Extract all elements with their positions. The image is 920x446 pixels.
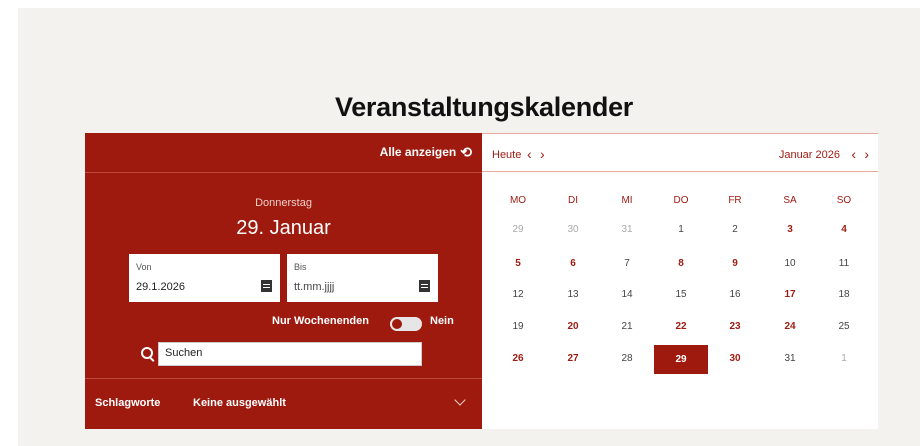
page-title: Veranstaltungskalender <box>334 92 634 122</box>
day-cell[interactable]: 8 <box>654 250 708 278</box>
day-cell[interactable]: 3 <box>763 216 817 244</box>
day-cell[interactable]: 23 <box>708 313 762 341</box>
day-cell[interactable]: 24 <box>763 313 817 341</box>
day-cell[interactable]: 16 <box>708 281 762 309</box>
day-cell[interactable]: 1 <box>654 216 708 244</box>
day-cell[interactable]: 1 <box>817 345 871 373</box>
day-cell[interactable]: 14 <box>600 281 654 309</box>
day-cell[interactable]: 10 <box>763 250 817 278</box>
calendar-icon[interactable] <box>261 280 272 292</box>
calendar-icon[interactable] <box>419 280 430 292</box>
day-cell[interactable]: 25 <box>817 313 871 341</box>
divider <box>85 378 482 379</box>
day-cell[interactable]: 21 <box>600 313 654 341</box>
weekday-header: DI <box>568 195 578 206</box>
calendar-header: Heute ‹ › Januar 2026 ‹ › <box>482 133 878 172</box>
to-label: Bis <box>294 262 307 272</box>
day-cell[interactable]: 18 <box>817 281 871 309</box>
selected-date: 29. Januar <box>236 217 331 239</box>
day-cell[interactable]: 5 <box>491 250 545 278</box>
to-date-field[interactable]: Bis <box>287 254 438 302</box>
day-cell-selected[interactable]: 29 <box>654 345 708 374</box>
tags-dropdown[interactable]: Keine ausgewählt <box>193 397 286 409</box>
search-input[interactable] <box>165 347 405 359</box>
day-cell[interactable]: 31 <box>600 216 654 244</box>
day-cell[interactable]: 20 <box>546 313 600 341</box>
show-all-button[interactable]: Alle anzeigen ⟲ <box>380 145 472 159</box>
weekday-header: MO <box>509 195 527 206</box>
tags-label: Schlagworte <box>95 397 161 409</box>
weekday-header: SO <box>836 195 852 206</box>
weekend-label: Nur Wochenenden <box>272 315 369 327</box>
weekend-value: Nein <box>430 315 454 327</box>
day-cell[interactable]: 19 <box>491 313 545 341</box>
day-cell[interactable]: 12 <box>491 281 545 309</box>
day-cell[interactable]: 31 <box>763 345 817 373</box>
day-cell[interactable]: 11 <box>817 250 871 278</box>
toggle-knob <box>392 319 402 329</box>
to-date-input[interactable] <box>294 281 414 293</box>
today-button[interactable]: Heute <box>492 149 521 161</box>
day-cell[interactable]: 28 <box>600 345 654 373</box>
day-cell[interactable]: 7 <box>600 250 654 278</box>
day-cell[interactable]: 17 <box>763 281 817 309</box>
month-label: Januar 2026 <box>778 149 840 161</box>
day-cell[interactable]: 4 <box>817 216 871 244</box>
day-cell[interactable]: 26 <box>491 345 545 373</box>
next-today-icon[interactable]: › <box>540 147 545 161</box>
weekday-header: DO <box>673 195 689 206</box>
filter-header: Alle anzeigen ⟲ <box>85 133 482 173</box>
weekday-header: FR <box>728 195 742 206</box>
prev-today-icon[interactable]: ‹ <box>527 147 532 161</box>
day-cell[interactable]: 9 <box>708 250 762 278</box>
next-month-icon[interactable]: › <box>864 147 869 161</box>
weekday-header: MI <box>621 195 633 206</box>
day-cell[interactable]: 30 <box>708 345 762 373</box>
day-cell[interactable]: 6 <box>546 250 600 278</box>
weekend-toggle[interactable] <box>390 317 422 331</box>
from-date-input[interactable] <box>136 281 256 293</box>
search-field[interactable] <box>158 342 422 366</box>
selected-weekday: Donnerstag <box>255 197 312 209</box>
chevron-down-icon[interactable] <box>454 394 466 406</box>
prev-month-icon[interactable]: ‹ <box>851 147 856 161</box>
show-all-label: Alle anzeigen <box>379 145 457 159</box>
calendar-panel: Heute ‹ › Januar 2026 ‹ › MO DI MI DO FR SA SO… <box>482 133 878 429</box>
search-icon <box>141 347 153 359</box>
weekday-header: SA <box>783 195 797 206</box>
filter-panel: Alle anzeigen ⟲ Donnerstag 29. Januar Vo… <box>85 133 482 429</box>
day-cell[interactable]: 22 <box>654 313 708 341</box>
day-cell[interactable]: 2 <box>708 216 762 244</box>
refresh-icon: ⟲ <box>460 144 472 160</box>
from-label: Von <box>136 262 152 272</box>
day-cell[interactable]: 29 <box>491 216 545 244</box>
day-cell[interactable]: 27 <box>546 345 600 373</box>
day-cell[interactable]: 30 <box>546 216 600 244</box>
from-date-field[interactable]: Von <box>129 254 280 302</box>
day-cell[interactable]: 15 <box>654 281 708 309</box>
day-cell[interactable]: 13 <box>546 281 600 309</box>
